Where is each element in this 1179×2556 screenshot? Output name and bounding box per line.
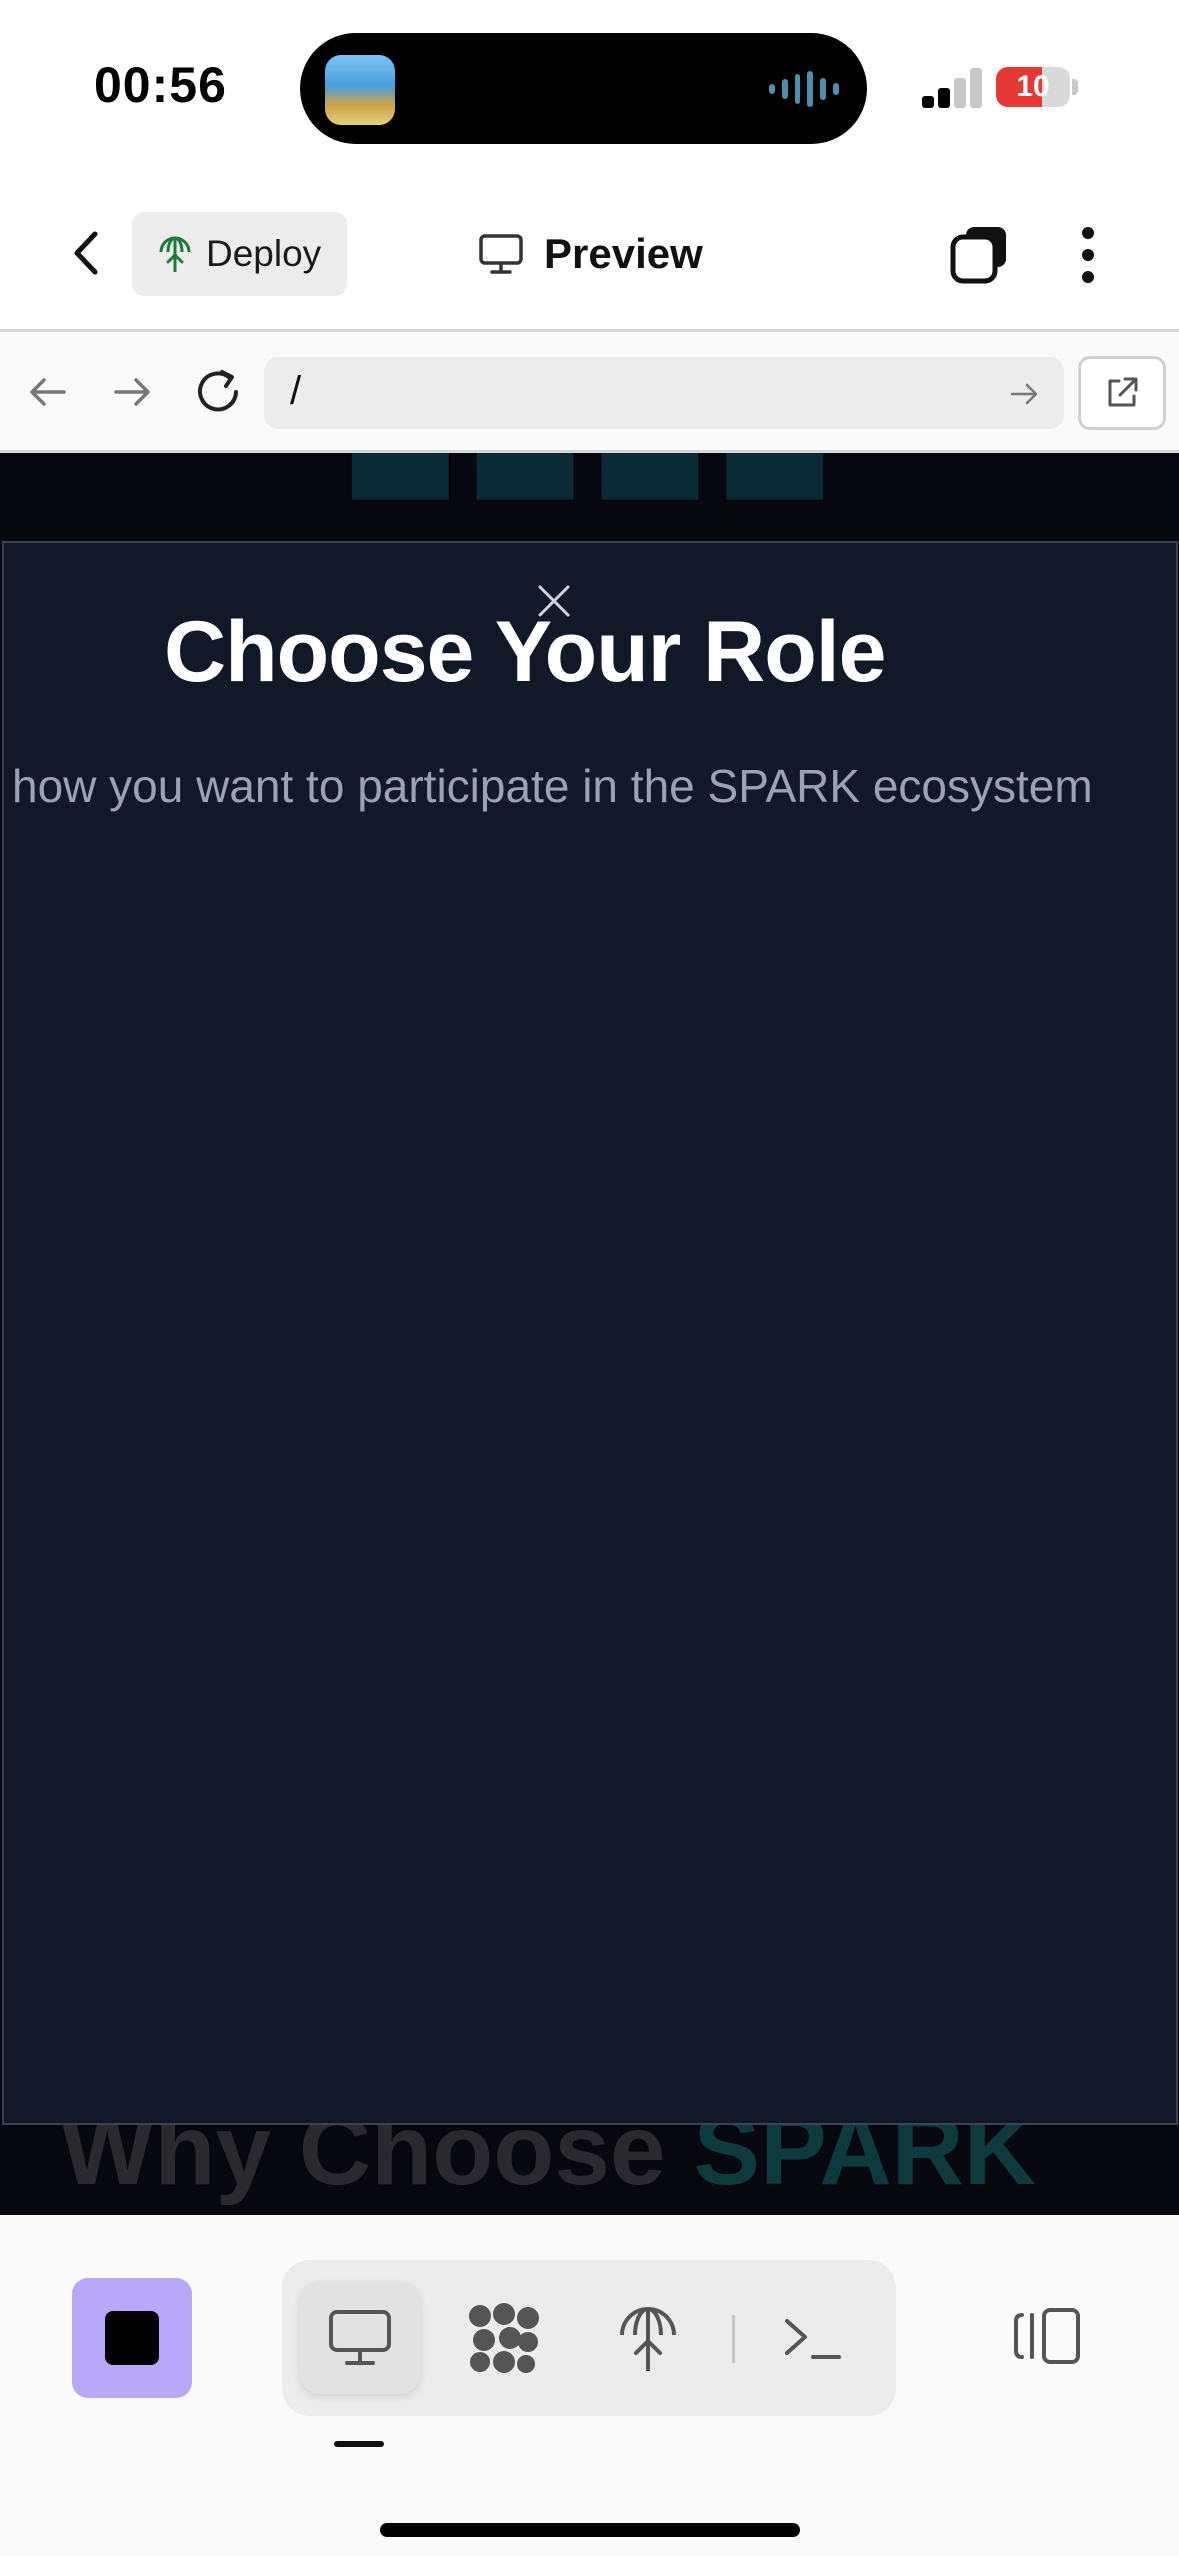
tabs-stack-icon	[950, 227, 1006, 284]
url-text: /	[290, 369, 302, 413]
more-dot	[1082, 271, 1094, 283]
deploy-button[interactable]: Deploy	[132, 212, 347, 296]
modal-title: Choose Your Role	[164, 604, 886, 700]
more-dot	[1082, 249, 1094, 261]
stop-button[interactable]	[72, 2278, 192, 2398]
deploy-globe-icon	[159, 236, 191, 272]
terminal-icon	[785, 2319, 841, 2359]
tab-preview[interactable]	[300, 2282, 420, 2394]
cluster-icon	[469, 2303, 539, 2373]
modal-subtitle: how you want to participate in the SPARK…	[12, 760, 1093, 812]
arrow-right-small-icon[interactable]	[1008, 377, 1042, 411]
tab-agents[interactable]	[444, 2282, 564, 2394]
bottom-bar	[0, 2215, 1179, 2556]
deploy-globe-icon	[620, 2307, 676, 2371]
panel-toggle-button[interactable]	[1008, 2299, 1088, 2373]
reload-button[interactable]	[190, 364, 246, 420]
role-selection-modal: Choose Your Role how you want to partici…	[2, 541, 1178, 2125]
browser-back-button[interactable]	[22, 366, 74, 418]
open-external-button[interactable]	[1078, 356, 1166, 430]
deploy-label: Deploy	[206, 233, 322, 274]
browser-forward-button[interactable]	[106, 366, 158, 418]
back-button[interactable]	[58, 225, 114, 281]
battery-icon: 10	[996, 67, 1070, 107]
segment-divider	[732, 2315, 735, 2363]
tab-deploy[interactable]	[588, 2282, 708, 2394]
more-options-button[interactable]	[1068, 223, 1108, 287]
home-indicator[interactable]	[380, 2523, 800, 2537]
external-link-icon	[1108, 377, 1138, 407]
arrow-left-icon	[30, 378, 66, 406]
active-tab-indicator	[334, 2441, 384, 2447]
stop-icon	[105, 2311, 159, 2365]
screen: 00:56 10 Deploy Preview / Why Choose SPA…	[0, 0, 1179, 2556]
live-activity-app-icon[interactable]	[325, 55, 395, 125]
tabs-button[interactable]	[948, 223, 1012, 287]
reload-icon	[198, 370, 238, 412]
panel-toggle-icon	[1014, 2308, 1080, 2364]
chevron-left-icon	[74, 231, 98, 275]
cellular-signal-icon	[922, 68, 982, 108]
audio-waveform-icon	[769, 71, 839, 107]
view-switcher	[282, 2260, 896, 2416]
battery-cap	[1072, 79, 1078, 95]
web-preview[interactable]: ■■■■ ■■■ Why Choose SPARK Choose Your Ro…	[0, 453, 1179, 2215]
more-vertical-icon	[1082, 227, 1094, 239]
monitor-icon	[329, 2310, 391, 2365]
url-input[interactable]: /	[264, 357, 1064, 429]
arrow-right-icon	[114, 378, 150, 406]
status-time: 00:56	[94, 57, 227, 113]
preview-tab[interactable]: Preview	[478, 217, 703, 291]
app-toolbar: Deploy Preview	[0, 175, 1179, 332]
url-bar: /	[0, 332, 1179, 453]
tab-console[interactable]	[752, 2282, 872, 2394]
monitor-icon	[479, 234, 523, 274]
dynamic-island[interactable]	[300, 33, 867, 144]
preview-label: Preview	[544, 230, 703, 277]
battery-level-text: 10	[1016, 70, 1050, 103]
status-bar: 00:56 10	[0, 0, 1179, 175]
